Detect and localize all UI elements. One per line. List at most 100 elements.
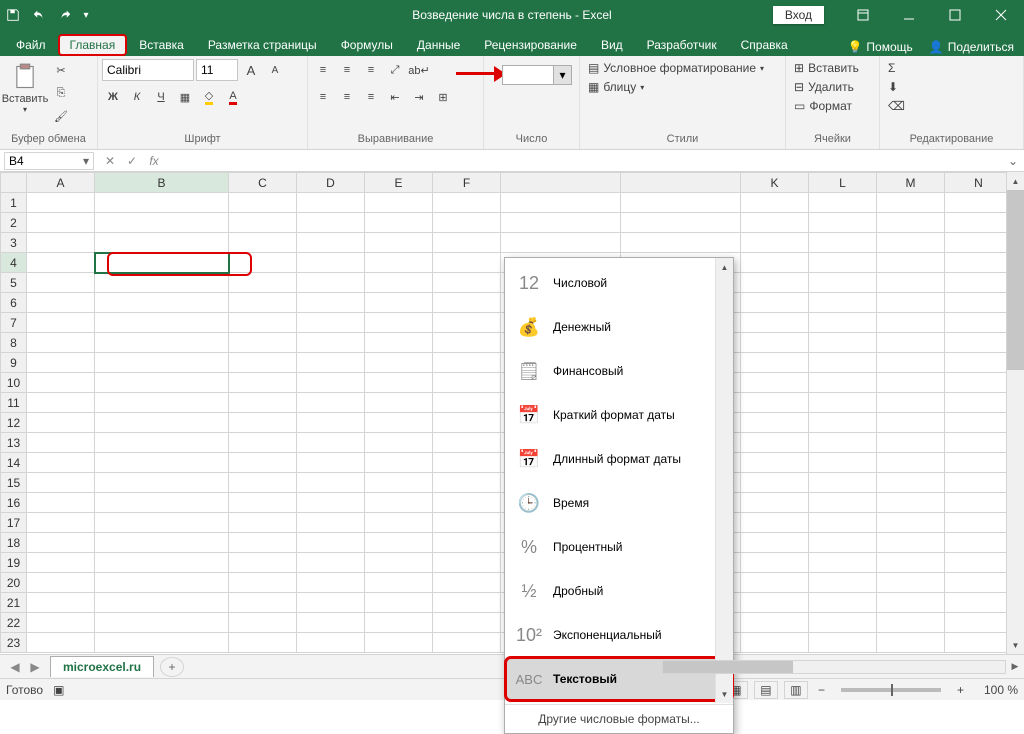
- cell[interactable]: [433, 433, 501, 453]
- autosum-button[interactable]: Σ: [884, 59, 1019, 77]
- cell[interactable]: [229, 373, 297, 393]
- column-header[interactable]: [501, 173, 621, 193]
- decrease-font-button[interactable]: A: [264, 59, 286, 81]
- cell[interactable]: [229, 313, 297, 333]
- cell[interactable]: [741, 553, 809, 573]
- row-header[interactable]: 21: [1, 593, 27, 613]
- column-header[interactable]: L: [809, 173, 877, 193]
- cell[interactable]: [27, 193, 95, 213]
- fmt-long-date[interactable]: 📅Длинный формат даты: [505, 437, 733, 481]
- cell[interactable]: [809, 353, 877, 373]
- align-left-button[interactable]: ≡: [312, 86, 334, 108]
- vertical-scrollbar[interactable]: ▲ ▼: [1006, 172, 1024, 654]
- format-as-table-button[interactable]: ▦блицу▾: [584, 78, 781, 96]
- cell[interactable]: [945, 353, 1013, 373]
- fmt-currency[interactable]: 💰Денежный: [505, 305, 733, 349]
- cell[interactable]: [365, 273, 433, 293]
- cell[interactable]: [809, 253, 877, 273]
- cell[interactable]: [945, 453, 1013, 473]
- cancel-formula-icon[interactable]: ✕: [100, 152, 120, 170]
- cell[interactable]: [95, 333, 229, 353]
- cell[interactable]: [877, 193, 945, 213]
- cell[interactable]: [365, 373, 433, 393]
- underline-button[interactable]: Ч: [150, 86, 172, 108]
- cell[interactable]: [741, 233, 809, 253]
- cell[interactable]: [297, 253, 365, 273]
- cell[interactable]: [297, 513, 365, 533]
- cell[interactable]: [95, 373, 229, 393]
- row-header[interactable]: 18: [1, 533, 27, 553]
- login-button[interactable]: Вход: [773, 6, 824, 24]
- cell[interactable]: [945, 373, 1013, 393]
- tell-me-button[interactable]: 💡Помощь: [841, 38, 918, 56]
- increase-indent-button[interactable]: ⇥: [408, 86, 430, 108]
- row-header[interactable]: 11: [1, 393, 27, 413]
- copy-button[interactable]: ⎘: [50, 82, 72, 104]
- row-header[interactable]: 23: [1, 633, 27, 653]
- cell[interactable]: [365, 553, 433, 573]
- cell[interactable]: [229, 193, 297, 213]
- cell[interactable]: [809, 233, 877, 253]
- cell[interactable]: [95, 593, 229, 613]
- cell[interactable]: [95, 293, 229, 313]
- cell[interactable]: [877, 533, 945, 553]
- cell[interactable]: [433, 233, 501, 253]
- row-header[interactable]: 2: [1, 213, 27, 233]
- worksheet-tab[interactable]: microexcel.ru: [50, 656, 154, 677]
- cell[interactable]: [297, 233, 365, 253]
- row-header[interactable]: 4: [1, 253, 27, 273]
- cell[interactable]: [433, 213, 501, 233]
- column-header[interactable]: B: [95, 173, 229, 193]
- cell[interactable]: [945, 573, 1013, 593]
- cell[interactable]: [95, 613, 229, 633]
- cell[interactable]: [365, 353, 433, 373]
- cell[interactable]: [365, 513, 433, 533]
- align-top-button[interactable]: ≡: [312, 59, 334, 81]
- cell[interactable]: [229, 393, 297, 413]
- cell[interactable]: [95, 413, 229, 433]
- cell[interactable]: [95, 213, 229, 233]
- cell[interactable]: [945, 533, 1013, 553]
- cell[interactable]: [95, 193, 229, 213]
- cell[interactable]: [877, 573, 945, 593]
- cell[interactable]: [809, 273, 877, 293]
- cell[interactable]: [229, 253, 297, 273]
- cell[interactable]: [297, 433, 365, 453]
- cell[interactable]: [433, 253, 501, 273]
- cell[interactable]: [297, 453, 365, 473]
- cell[interactable]: [945, 193, 1013, 213]
- cell[interactable]: [741, 313, 809, 333]
- redo-icon[interactable]: [52, 0, 78, 30]
- cell[interactable]: [877, 333, 945, 353]
- row-header[interactable]: 20: [1, 573, 27, 593]
- cell[interactable]: [877, 433, 945, 453]
- cell[interactable]: [365, 593, 433, 613]
- name-box[interactable]: B4▾: [4, 152, 94, 170]
- ribbon-options-icon[interactable]: [840, 0, 886, 30]
- cell[interactable]: [809, 613, 877, 633]
- cell[interactable]: [433, 513, 501, 533]
- cell[interactable]: [809, 373, 877, 393]
- cell[interactable]: [809, 333, 877, 353]
- column-header[interactable]: K: [741, 173, 809, 193]
- share-button[interactable]: 👤Поделиться: [923, 38, 1020, 56]
- cell[interactable]: [27, 533, 95, 553]
- cell[interactable]: [809, 493, 877, 513]
- row-header[interactable]: 3: [1, 233, 27, 253]
- close-icon[interactable]: [978, 0, 1024, 30]
- cell[interactable]: [877, 513, 945, 533]
- select-all-corner[interactable]: [1, 173, 27, 193]
- cell[interactable]: [297, 473, 365, 493]
- cell[interactable]: [365, 413, 433, 433]
- save-icon[interactable]: [0, 0, 26, 30]
- cell[interactable]: [433, 353, 501, 373]
- cell[interactable]: [297, 573, 365, 593]
- clear-button[interactable]: ⌫: [884, 97, 1019, 115]
- format-painter-button[interactable]: 🖌: [50, 105, 72, 127]
- cell[interactable]: [27, 413, 95, 433]
- column-header[interactable]: A: [27, 173, 95, 193]
- row-header[interactable]: 14: [1, 453, 27, 473]
- scroll-right-icon[interactable]: ▶: [1006, 661, 1024, 672]
- format-cells-button[interactable]: ▭Формат: [790, 97, 875, 115]
- cell[interactable]: [27, 593, 95, 613]
